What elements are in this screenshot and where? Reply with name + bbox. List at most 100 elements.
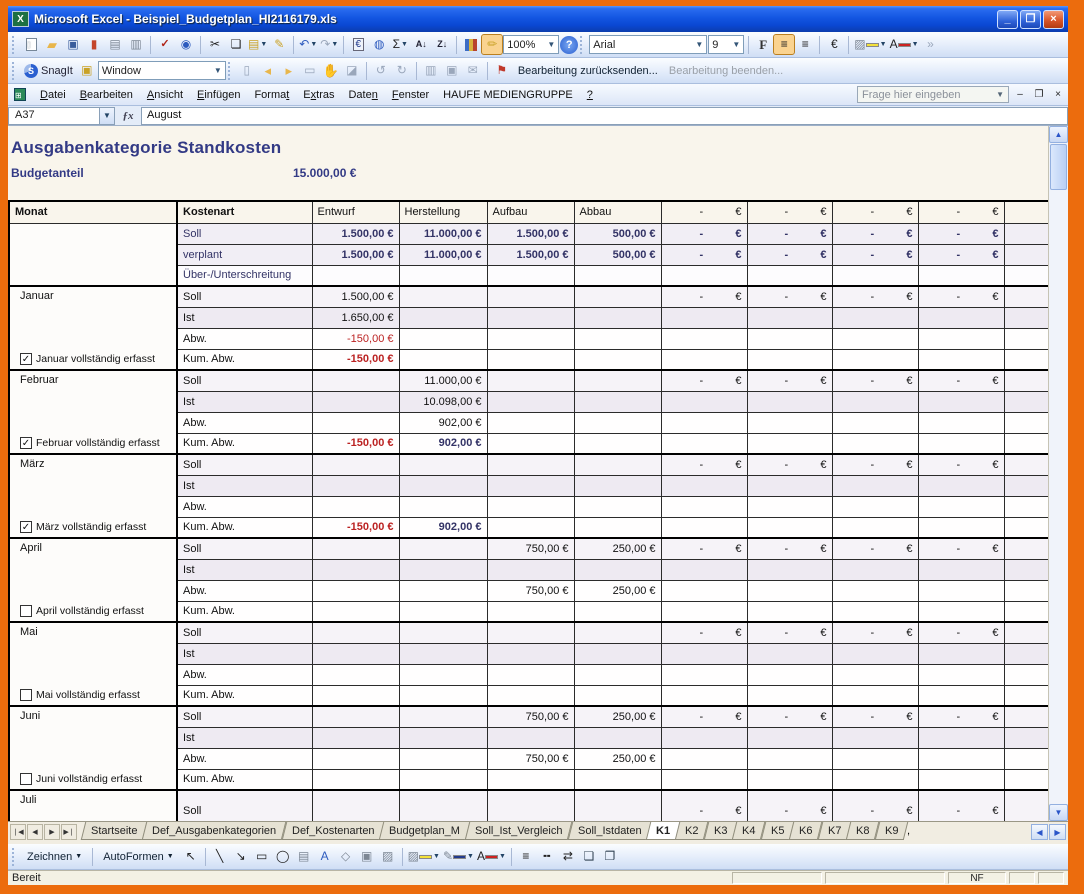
grid-cell[interactable] [832, 580, 918, 601]
month-complete-checkbox[interactable]: ✓Januar vollständig erfasst [15, 351, 171, 369]
grid-cell[interactable]: -€ [918, 790, 1004, 821]
grid-cell[interactable] [1004, 265, 1048, 286]
sheet-tab-soll_ist_vergleich[interactable]: Soll_Ist_Vergleich [465, 822, 573, 840]
grid-cell[interactable]: -€ [918, 370, 1004, 391]
send-review-icon[interactable]: ⚑ [492, 61, 512, 80]
textbox-icon[interactable]: ▤ [294, 847, 314, 866]
diagram-icon[interactable]: ◇ [336, 847, 356, 866]
grid-cell[interactable] [661, 685, 747, 706]
grid-cell[interactable] [661, 559, 747, 580]
scroll-right-icon[interactable]: ▶ [1049, 824, 1066, 840]
first-sheet-icon[interactable]: ❘◀ [10, 824, 26, 840]
grid-cell[interactable]: 750,00 € [487, 538, 574, 559]
grid-cell[interactable] [1004, 454, 1048, 475]
grid-cell[interactable]: -€ [747, 622, 832, 643]
line-style-icon[interactable]: ≡ [516, 847, 536, 866]
grid-cell[interactable] [747, 664, 832, 685]
grid-cell[interactable] [399, 286, 487, 307]
grid-cell[interactable] [747, 496, 832, 517]
grid-cell[interactable] [312, 727, 399, 748]
grid-cell[interactable]: -€ [832, 706, 918, 727]
grid-cell[interactable] [312, 370, 399, 391]
grid-cell[interactable] [1004, 244, 1048, 265]
grid-cell[interactable]: -€ [832, 790, 918, 821]
grid-cell[interactable] [1004, 412, 1048, 433]
grid-cell[interactable]: -€ [747, 538, 832, 559]
grid-cell[interactable]: 500,00 € [574, 223, 661, 244]
sheet-tab-def_kostenarten[interactable]: Def_Kostenarten [281, 822, 384, 840]
grid-cell[interactable]: -€ [832, 538, 918, 559]
grid-cell[interactable] [661, 391, 747, 412]
grid-cell[interactable]: 750,00 € [487, 580, 574, 601]
chart-wizard-icon[interactable]: ▦ [461, 35, 481, 54]
grid-cell[interactable] [747, 727, 832, 748]
grid-cell[interactable]: -€ [661, 454, 747, 475]
vertical-scrollbar[interactable]: ▲ ▼ [1048, 126, 1068, 821]
grid-cell[interactable] [487, 664, 574, 685]
scroll-up-icon[interactable]: ▲ [1049, 126, 1068, 143]
grid-cell[interactable] [1004, 517, 1048, 538]
rectangle-icon[interactable]: ▭ [252, 847, 272, 866]
grid-cell[interactable] [574, 286, 661, 307]
grid-cell[interactable] [312, 664, 399, 685]
grid-cell[interactable] [1004, 307, 1048, 328]
new-document-icon[interactable]: ▯ [21, 35, 41, 54]
grid-cell[interactable] [1004, 790, 1048, 821]
grid-cell[interactable] [747, 433, 832, 454]
grid-cell[interactable] [1004, 664, 1048, 685]
doc-minimize-button[interactable]: – [1012, 88, 1028, 102]
grid-cell[interactable] [399, 265, 487, 286]
research-icon[interactable]: ◉ [176, 35, 196, 54]
shadow-style-icon[interactable]: ❏ [579, 847, 599, 866]
zeichnen-menu-button[interactable]: Zeichnen▼ [21, 847, 88, 867]
grid-cell[interactable] [574, 769, 661, 790]
grid-cell[interactable]: -150,00 € [312, 517, 399, 538]
grid-cell[interactable] [574, 559, 661, 580]
month-complete-checkbox[interactable]: April vollständig erfasst [15, 603, 171, 621]
last-sheet-icon[interactable]: ▶❘ [61, 824, 77, 840]
grid-cell[interactable] [487, 685, 574, 706]
grid-cell[interactable]: 10.098,00 € [399, 391, 487, 412]
grid-cell[interactable] [487, 391, 574, 412]
drawing-icon[interactable]: ✏ [482, 35, 502, 54]
sheet-tab-def_ausgabenkategorien[interactable]: Def_Ausgabenkategorien [142, 822, 287, 840]
scroll-left-icon[interactable]: ◀ [1031, 824, 1048, 840]
next-comment-icon[interactable]: ▸ [279, 61, 299, 80]
grid-cell[interactable] [918, 601, 1004, 622]
menu-extras[interactable]: Extras [296, 86, 341, 104]
grid-cell[interactable] [574, 475, 661, 496]
grid-cell[interactable] [1004, 433, 1048, 454]
grid-cell[interactable] [661, 475, 747, 496]
undo-icon[interactable]: ↶▼ [298, 35, 318, 54]
grid-cell[interactable] [832, 412, 918, 433]
grid-cell[interactable] [918, 412, 1004, 433]
grid-cell[interactable]: -€ [918, 538, 1004, 559]
grid-cell[interactable] [918, 748, 1004, 769]
grid-cell[interactable] [312, 559, 399, 580]
menu-format[interactable]: Format [247, 86, 296, 104]
grid-cell[interactable] [918, 664, 1004, 685]
grid-cell[interactable] [574, 370, 661, 391]
hyperlink-icon[interactable]: ◍ [369, 35, 389, 54]
sheet-tab-startseite[interactable]: Startseite [81, 822, 148, 840]
permission-icon[interactable]: ▮ [84, 35, 104, 54]
euro-style-icon[interactable]: € [824, 35, 844, 54]
grid-cell[interactable] [487, 559, 574, 580]
grid-cell[interactable] [747, 685, 832, 706]
line-icon[interactable]: ╲ [210, 847, 230, 866]
grid-cell[interactable]: -€ [832, 223, 918, 244]
grid-cell[interactable] [661, 517, 747, 538]
grid-cell[interactable] [312, 580, 399, 601]
grid-cell[interactable] [487, 286, 574, 307]
doc-restore-button[interactable]: ❐ [1031, 88, 1047, 102]
zoom-select[interactable]: 100%▼ [503, 35, 559, 54]
grid-cell[interactable] [487, 517, 574, 538]
grid-cell[interactable]: -€ [832, 622, 918, 643]
grid-cell[interactable] [832, 391, 918, 412]
grid-cell[interactable] [747, 769, 832, 790]
redo-icon[interactable]: ↷▼ [319, 35, 339, 54]
grid-cell[interactable] [487, 727, 574, 748]
previous-change-icon[interactable]: ↺ [371, 61, 391, 80]
grid-cell[interactable]: -€ [918, 286, 1004, 307]
grid-cell[interactable] [399, 769, 487, 790]
